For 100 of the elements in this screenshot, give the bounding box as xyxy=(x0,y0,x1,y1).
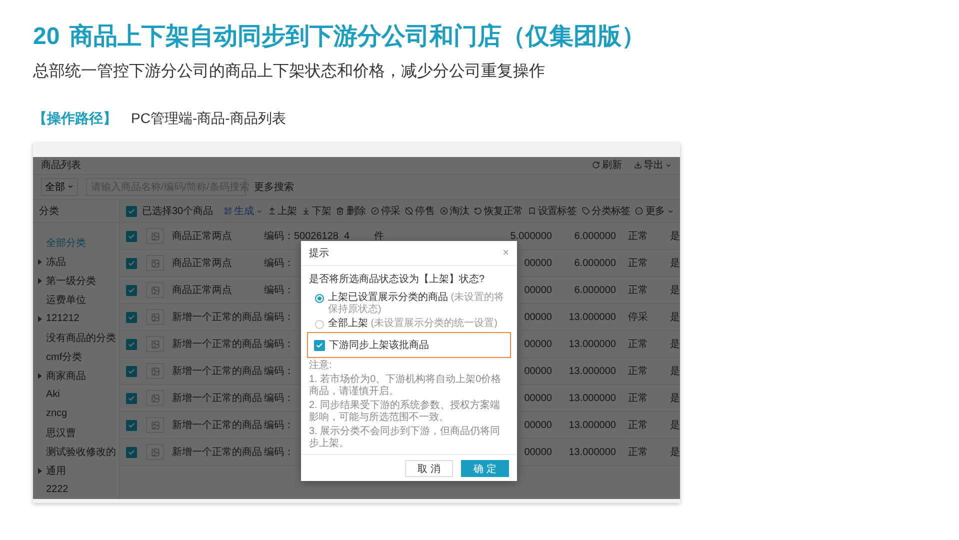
product-name: 新增一个正常的商品 xyxy=(172,392,262,405)
row-checkbox[interactable] xyxy=(126,446,137,458)
path-text: PC管理端-商品-商品列表 xyxy=(131,109,286,128)
toolbar-action[interactable]: 分类标签 xyxy=(582,204,630,218)
toolbar-action[interactable]: 停采 xyxy=(370,204,400,218)
toolbar-action[interactable]: 恢复正常 xyxy=(474,204,523,218)
price-cell: 00000 xyxy=(524,446,552,458)
trash-icon xyxy=(336,207,344,215)
radio-button[interactable] xyxy=(315,294,324,303)
price-cell: 6.000000 xyxy=(574,258,616,268)
product-code: 编码： xyxy=(264,310,294,324)
flag-cell-text: 是 xyxy=(669,311,680,324)
header-action[interactable]: 导出 xyxy=(634,158,672,172)
product-code: 编码： xyxy=(264,364,294,378)
slash-circle-icon xyxy=(370,207,379,215)
price-cell: 00000 xyxy=(524,284,552,296)
undo-icon xyxy=(474,207,482,215)
price-cell: 00000 xyxy=(524,258,552,268)
close-button[interactable]: × xyxy=(502,247,509,259)
category-item[interactable]: 商家商品 xyxy=(33,366,119,385)
selected-count: 已选择30个商品 xyxy=(142,204,214,218)
row-checkbox[interactable] xyxy=(126,284,137,296)
toolbar-action[interactable]: 停售 xyxy=(405,204,435,218)
product-code: 编码： xyxy=(264,418,294,432)
category-item[interactable]: Aki xyxy=(33,385,119,404)
refresh-icon xyxy=(592,161,600,170)
note-text: 2. 同步结果受下游的系统参数、授权方案端影响，可能与所选范围不一致。 xyxy=(309,400,502,424)
toolbar-action[interactable]: 设置标签 xyxy=(528,204,577,218)
check-icon xyxy=(128,448,135,456)
category-item[interactable]: 全部分类 xyxy=(33,233,119,252)
confirm-button[interactable]: 确 定 xyxy=(461,460,509,476)
product-name: 新增一个正常的商品 xyxy=(172,418,262,432)
status-cell-text: 正常 xyxy=(627,256,648,270)
category-item[interactable]: 没有商品的分类 xyxy=(33,328,119,347)
toolbar-action[interactable]: 淘汰 xyxy=(440,204,469,218)
row-checkbox[interactable] xyxy=(126,338,137,350)
select-all-checkbox[interactable] xyxy=(126,206,137,216)
row-checkbox[interactable] xyxy=(126,366,137,376)
ellipsis-icon xyxy=(635,207,644,215)
image-placeholder-icon xyxy=(146,255,164,271)
slide-title: 商品上下架自动同步到下游分公司和门店（仅集团版） xyxy=(70,22,646,52)
price-cell: 00000 xyxy=(524,338,552,350)
price-cell: 00000 xyxy=(524,312,552,322)
row-checkbox[interactable] xyxy=(126,392,137,404)
category-item[interactable]: 冻品 xyxy=(33,252,119,271)
row-checkbox[interactable] xyxy=(126,312,137,322)
toolbar-action[interactable]: 上架 xyxy=(268,204,297,218)
qr-code-icon xyxy=(224,207,232,215)
toolbar-action[interactable]: 更多 xyxy=(635,204,674,218)
image-placeholder-icon xyxy=(146,390,164,406)
quantity-cell: 4 xyxy=(344,230,350,242)
flag-cell-text: 是 xyxy=(669,365,680,378)
row-checkbox[interactable] xyxy=(126,420,137,430)
flag-cell-text: 是 xyxy=(669,392,680,405)
category-item[interactable]: 运费单位 xyxy=(33,290,119,309)
product-name: 商品正常两点 xyxy=(172,230,232,243)
more-search-link[interactable]: 更多搜索 xyxy=(254,180,294,194)
cancel-button[interactable]: 取 消 xyxy=(405,460,453,476)
caret-icon xyxy=(67,183,74,190)
toolbar-action[interactable]: 生成 xyxy=(224,204,263,218)
toolbar-action[interactable]: 下架 xyxy=(302,204,332,218)
category-item[interactable]: 通用 xyxy=(33,461,119,480)
toolbar-action[interactable]: 删除 xyxy=(336,204,366,218)
check-icon xyxy=(128,394,135,402)
category-item[interactable]: cmf分类 xyxy=(33,347,119,366)
category-item[interactable]: 思汉曹 xyxy=(33,423,119,442)
product-code: 编码： xyxy=(264,284,294,297)
product-name: 商品正常两点 xyxy=(172,284,232,297)
expand-arrow-icon xyxy=(37,258,43,264)
scope-dropdown[interactable]: 全部 xyxy=(41,178,78,196)
category-item[interactable]: 测试验收修改的 xyxy=(33,442,119,461)
price-cell: 13.000000 xyxy=(568,366,616,376)
sync-checkbox[interactable] xyxy=(314,340,325,350)
row-checkbox[interactable] xyxy=(126,230,137,242)
image-placeholder-icon xyxy=(146,282,164,298)
image-placeholder-icon xyxy=(146,309,164,325)
expand-arrow-icon xyxy=(37,468,43,474)
image-placeholder-icon xyxy=(146,228,164,244)
price-cell: 00000 xyxy=(524,392,552,404)
category-item[interactable]: 2222 xyxy=(33,480,119,499)
price-cell: 00000 xyxy=(524,420,552,430)
flag-cell-text: 是 xyxy=(669,230,680,243)
price-cell: 13.000000 xyxy=(568,392,616,404)
radio-label[interactable]: 全部上架 (未设置展示分类的统一设置) xyxy=(328,318,498,330)
radio-label[interactable]: 上架已设置展示分类的商品 (未设置的将保持原状态) xyxy=(328,292,509,316)
row-checkbox[interactable] xyxy=(126,258,137,268)
radio-button[interactable] xyxy=(315,320,324,329)
dialog-question: 是否将所选商品状态设为【上架】状态? xyxy=(309,272,486,286)
product-code: 编码： xyxy=(264,446,294,459)
header-action[interactable]: 刷新 xyxy=(592,158,622,172)
category-item[interactable]: 第一级分类 xyxy=(33,271,119,290)
caret-icon xyxy=(665,162,672,169)
bookmark-icon xyxy=(528,207,536,215)
image-placeholder-icon xyxy=(146,336,164,352)
category-item[interactable]: zncg xyxy=(33,404,119,423)
category-item[interactable]: 121212 xyxy=(33,309,119,328)
flag-cell-text: 是 xyxy=(669,419,680,432)
price-cell: 5.000000 xyxy=(510,230,552,242)
status-cell-text: 正常 xyxy=(627,338,648,351)
status-cell-text: 正常 xyxy=(627,230,648,243)
